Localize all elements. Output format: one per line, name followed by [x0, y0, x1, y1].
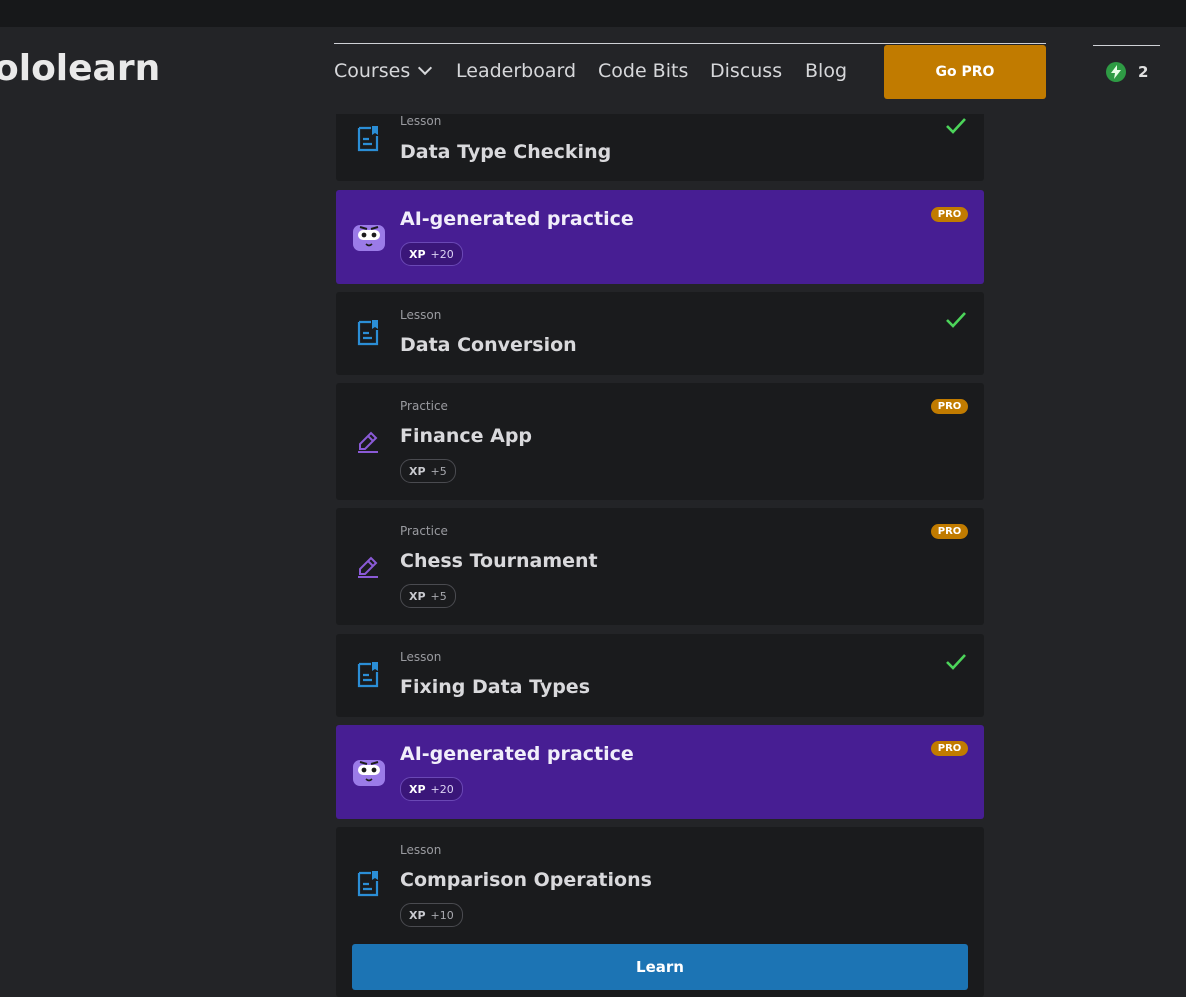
pro-badge: PRO	[931, 524, 968, 539]
nav-courses[interactable]: Courses	[334, 60, 433, 82]
streak-count: 2	[1138, 63, 1149, 81]
item-type: Lesson	[400, 650, 442, 664]
ai-practice-card[interactable]: AI-generated practice XP +20 PRO	[336, 190, 984, 284]
xp-value: +5	[430, 464, 447, 478]
item-title: Fixing Data Types	[400, 676, 590, 698]
logo[interactable]: ololearn	[0, 48, 160, 89]
chevron-down-icon	[418, 60, 433, 76]
xp-value: +10	[430, 908, 454, 922]
lesson-icon	[357, 871, 379, 897]
xp-label: XP	[409, 464, 426, 478]
learn-button[interactable]: Learn	[352, 944, 968, 990]
xp-value: +20	[430, 782, 454, 796]
nav-divider-right	[1093, 45, 1160, 46]
pro-badge: PRO	[931, 207, 968, 222]
ai-practice-card[interactable]: AI-generated practice XP +20 PRO	[336, 725, 984, 819]
xp-badge: XP +10	[400, 903, 463, 927]
lesson-card-active[interactable]: Lesson Comparison Operations XP +10 Learn	[336, 827, 984, 997]
xp-label: XP	[409, 589, 426, 603]
item-title: Data Conversion	[400, 334, 577, 356]
go-pro-button[interactable]: Go PRO	[884, 45, 1046, 99]
mascot-icon	[353, 760, 385, 786]
mascot-icon	[353, 225, 385, 251]
practice-card[interactable]: Practice Chess Tournament XP +5 PRO	[336, 508, 984, 625]
lesson-icon	[357, 662, 379, 688]
lesson-card[interactable]: Lesson Data Conversion	[336, 292, 984, 375]
xp-value: +5	[430, 589, 447, 603]
nav-code-bits[interactable]: Code Bits	[598, 60, 688, 82]
xp-label: XP	[409, 782, 426, 796]
nav-blog[interactable]: Blog	[805, 60, 847, 82]
xp-label: XP	[409, 908, 426, 922]
item-title: Chess Tournament	[400, 550, 598, 572]
pro-badge: PRO	[931, 741, 968, 756]
item-type: Practice	[400, 399, 448, 413]
practice-icon	[358, 556, 378, 578]
nav-courses-label: Courses	[334, 60, 411, 82]
nav-discuss[interactable]: Discuss	[710, 60, 782, 82]
xp-badge: XP +20	[400, 242, 463, 266]
streak-indicator[interactable]: 2	[1106, 62, 1148, 82]
nav-divider	[334, 43, 1046, 44]
practice-card[interactable]: Practice Finance App XP +5 PRO	[336, 383, 984, 500]
browser-top-strip	[0, 0, 1186, 27]
xp-badge: XP +20	[400, 777, 463, 801]
check-icon	[946, 654, 966, 670]
item-type: Lesson	[400, 843, 442, 857]
xp-badge: XP +5	[400, 584, 456, 608]
nav-leaderboard[interactable]: Leaderboard	[456, 60, 576, 82]
check-icon	[946, 312, 966, 328]
pro-badge: PRO	[931, 399, 968, 414]
item-type: Practice	[400, 524, 448, 538]
practice-icon	[358, 431, 378, 453]
lesson-icon	[357, 320, 379, 346]
lesson-card[interactable]: Lesson Fixing Data Types	[336, 634, 984, 717]
item-title: Finance App	[400, 425, 533, 447]
item-title: Comparison Operations	[400, 869, 652, 891]
item-title: AI-generated practice	[400, 208, 634, 230]
xp-label: XP	[409, 247, 426, 261]
item-type: Lesson	[400, 308, 442, 322]
xp-badge: XP +5	[400, 459, 456, 483]
item-title: AI-generated practice	[400, 743, 634, 765]
xp-value: +20	[430, 247, 454, 261]
lightning-icon	[1106, 62, 1126, 82]
